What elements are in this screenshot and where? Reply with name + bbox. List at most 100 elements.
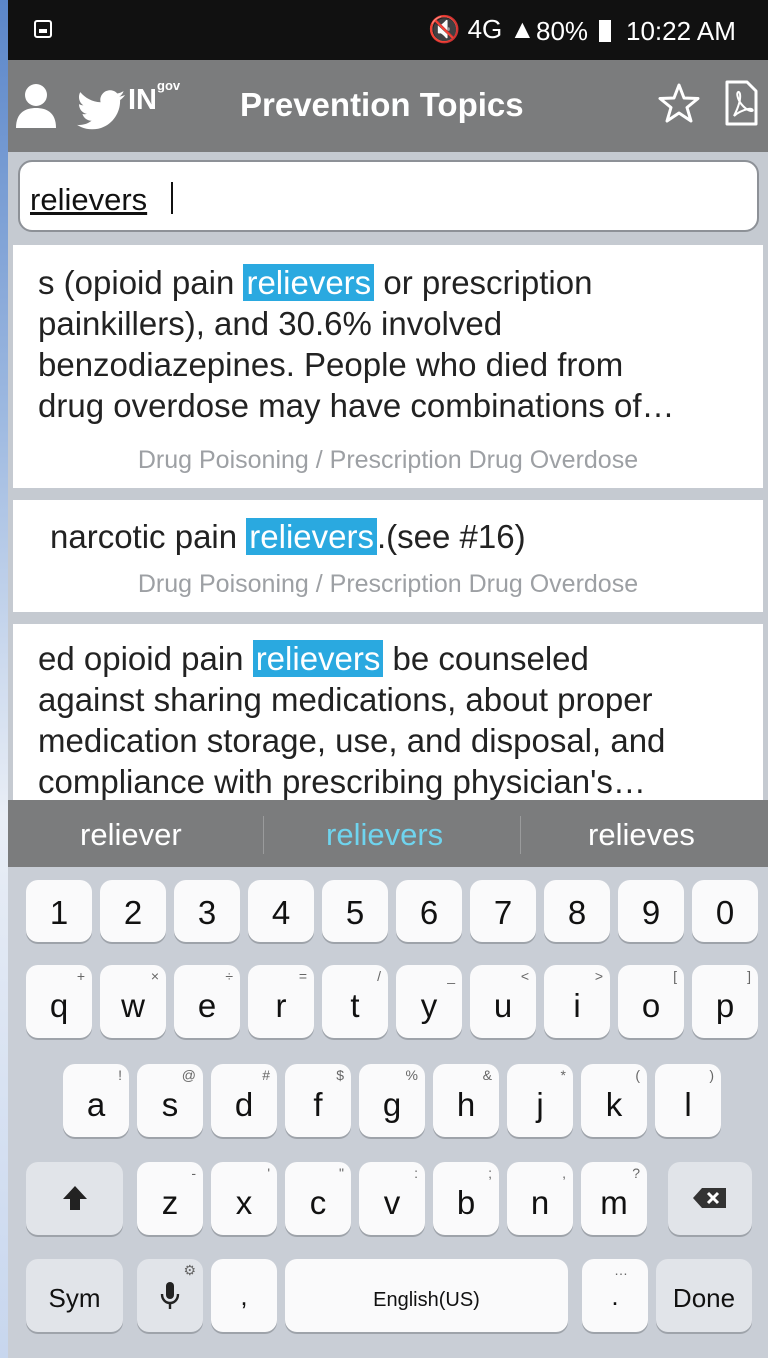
- key-secondary-label: ×: [150, 968, 159, 984]
- key-label: d: [234, 1086, 254, 1123]
- key-b[interactable]: ; b: [433, 1162, 499, 1235]
- key-secondary-label: ): [709, 1067, 714, 1083]
- key-4[interactable]: 4: [248, 880, 314, 942]
- results-list: s (opioid pain relievers or prescription…: [8, 245, 768, 800]
- signal-icons: 🔇 4G ▲: [428, 14, 536, 44]
- key-label: k: [605, 1086, 623, 1123]
- comma-key[interactable]: ,: [211, 1259, 277, 1332]
- result-item[interactable]: narcotic pain relievers.(see #16) Drug P…: [13, 500, 763, 612]
- key-u[interactable]: < u: [470, 965, 536, 1038]
- result-source: Drug Poisoning / Prescription Drug Overd…: [137, 446, 639, 474]
- suggestion-item[interactable]: reliever: [80, 817, 182, 853]
- key-label: 9: [641, 894, 661, 931]
- key-secondary-label: +: [76, 968, 85, 984]
- search-input[interactable]: relievers: [18, 160, 759, 232]
- key-label: q: [49, 987, 69, 1024]
- key-s[interactable]: @ s: [137, 1064, 203, 1137]
- key-h[interactable]: & h: [433, 1064, 499, 1137]
- key-x[interactable]: ' x: [211, 1162, 277, 1235]
- in-gov-logo[interactable]: INgov: [128, 78, 180, 117]
- key-secondary-label: !: [118, 1067, 122, 1083]
- key-c[interactable]: " c: [285, 1162, 351, 1235]
- key-label: n: [530, 1184, 550, 1221]
- key-secondary-label: _: [447, 968, 455, 984]
- key-2[interactable]: 2: [100, 880, 166, 942]
- battery-icon: [599, 20, 611, 42]
- key-label: p: [715, 987, 735, 1024]
- result-item[interactable]: s (opioid pain relievers or prescription…: [13, 245, 763, 488]
- key-q[interactable]: + q: [26, 965, 92, 1038]
- key-p[interactable]: ] p: [692, 965, 758, 1038]
- key-j[interactable]: * j: [507, 1064, 573, 1137]
- key-m[interactable]: ? m: [581, 1162, 647, 1235]
- key-secondary-label: #: [262, 1067, 270, 1083]
- star-icon[interactable]: [658, 82, 700, 124]
- key-8[interactable]: 8: [544, 880, 610, 942]
- app-bar: INgov Prevention Topics: [8, 60, 768, 152]
- key-g[interactable]: % g: [359, 1064, 425, 1137]
- search-highlight: relievers: [246, 518, 377, 555]
- key-y[interactable]: _ y: [396, 965, 462, 1038]
- sym-key[interactable]: Sym: [26, 1259, 123, 1332]
- key-w[interactable]: × w: [100, 965, 166, 1038]
- key-label: f: [313, 1086, 323, 1123]
- key-r[interactable]: = r: [248, 965, 314, 1038]
- pdf-icon[interactable]: [724, 80, 758, 126]
- key-e[interactable]: ÷ e: [174, 965, 240, 1038]
- key-l[interactable]: ) l: [655, 1064, 721, 1137]
- key-secondary-label: (: [635, 1067, 640, 1083]
- key-k[interactable]: (k: [581, 1064, 647, 1137]
- status-bar: 🔇 4G ▲ 80% 10:22 AM: [8, 0, 768, 60]
- key-secondary-label: -: [191, 1165, 196, 1181]
- key-label: u: [493, 987, 513, 1024]
- twitter-icon[interactable]: [76, 90, 126, 130]
- key-n[interactable]: ,n: [507, 1162, 573, 1235]
- voice-input-key[interactable]: ⚙: [137, 1259, 203, 1332]
- key-d[interactable]: # d: [211, 1064, 277, 1137]
- suggestion-item[interactable]: relieves: [588, 817, 695, 853]
- key-z[interactable]: -z: [137, 1162, 203, 1235]
- key-a[interactable]: ! a: [63, 1064, 129, 1137]
- shift-key[interactable]: [26, 1162, 123, 1235]
- key-v[interactable]: :v: [359, 1162, 425, 1235]
- key-9[interactable]: 9: [618, 880, 684, 942]
- key-1[interactable]: 1: [26, 880, 92, 942]
- key-label: g: [382, 1086, 402, 1123]
- key-5[interactable]: 5: [322, 880, 388, 942]
- key-label: v: [383, 1184, 401, 1221]
- backspace-key[interactable]: [668, 1162, 752, 1235]
- battery-percent: 80%: [536, 16, 589, 46]
- search-highlight: relievers: [243, 264, 375, 301]
- key-label: c: [309, 1184, 327, 1221]
- key-secondary-label: /: [377, 968, 381, 984]
- space-key[interactable]: English(US): [285, 1259, 568, 1332]
- key-secondary-label: ÷: [225, 968, 233, 984]
- suggestion-item-selected[interactable]: relievers: [326, 817, 443, 853]
- keyboard: 1234567890 + q × w ÷ e = r / t _ y < u > i[o] p ! a @ s # d $ f…: [8, 867, 768, 1358]
- key-secondary-label: >: [594, 968, 603, 984]
- key-label: 8: [567, 894, 587, 931]
- key-secondary-label: ,: [562, 1165, 566, 1181]
- shift-arrow-icon: [63, 1186, 87, 1210]
- key-0[interactable]: 0: [692, 880, 758, 942]
- key-label: 4: [271, 894, 291, 931]
- key-6[interactable]: 6: [396, 880, 462, 942]
- key-f[interactable]: $ f: [285, 1064, 351, 1137]
- period-key[interactable]: … .: [582, 1259, 648, 1332]
- key-3[interactable]: 3: [174, 880, 240, 942]
- text-caret: [171, 182, 173, 214]
- done-key[interactable]: Done: [656, 1259, 752, 1332]
- user-icon[interactable]: [14, 82, 58, 128]
- key-t[interactable]: / t: [322, 965, 388, 1038]
- key-secondary-label: %: [405, 1067, 418, 1083]
- key-label: 2: [123, 894, 143, 931]
- key-label: i: [573, 987, 581, 1024]
- key-o[interactable]: [o: [618, 965, 684, 1038]
- key-secondary-label: :: [414, 1165, 418, 1181]
- key-7[interactable]: 7: [470, 880, 536, 942]
- key-i[interactable]: > i: [544, 965, 610, 1038]
- result-item[interactable]: ed opioid pain relievers be counseled ag…: [13, 624, 763, 800]
- window-edge: [0, 0, 8, 1358]
- key-label: y: [420, 987, 438, 1024]
- key-secondary-label: &: [482, 1067, 492, 1083]
